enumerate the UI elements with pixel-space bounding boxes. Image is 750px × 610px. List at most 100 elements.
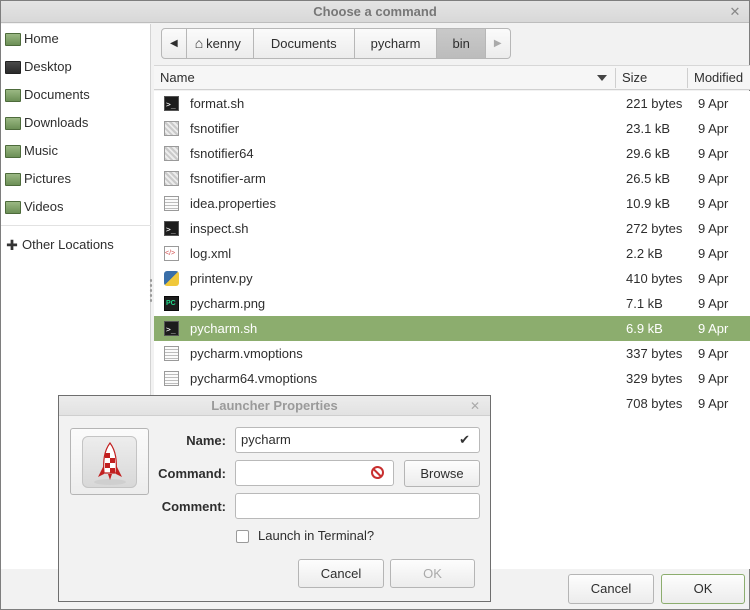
sidebar-item-label: Other Locations: [22, 237, 114, 252]
close-icon[interactable]: ✕: [727, 1, 743, 23]
file-row[interactable]: fsnotifier 23.1 kB 9 Apr: [154, 116, 750, 141]
binary-icon: [164, 146, 179, 161]
sidebar-item-label: Downloads: [24, 115, 89, 130]
path-forward-button[interactable]: ▶: [484, 28, 511, 59]
pane-resize-handle[interactable]: [149, 278, 153, 304]
sidebar-item-home[interactable]: Home: [5, 27, 149, 51]
folder-icon: [5, 144, 21, 158]
rocket-icon: [82, 436, 137, 488]
sidebar-item-other-locations[interactable]: ✚ Other Locations: [5, 233, 149, 257]
name-field[interactable]: pycharm ✔: [235, 427, 480, 453]
terminal-icon: [164, 92, 179, 117]
file-size: 2.2 kB: [626, 246, 663, 261]
file-modified: 9 Apr: [698, 246, 729, 261]
chevron-right-icon: ▶: [493, 38, 502, 49]
file-row[interactable]: idea.properties 10.9 kB 9 Apr: [154, 191, 750, 216]
file-name: fsnotifier64: [190, 146, 254, 161]
dialog-ok-button[interactable]: OK: [390, 559, 475, 588]
sidebar-item-documents[interactable]: Documents: [5, 83, 149, 107]
path-back-button[interactable]: ◀: [161, 28, 187, 59]
file-name: inspect.sh: [190, 221, 249, 236]
sidebar-item-label: Desktop: [24, 59, 72, 74]
file-row[interactable]: fsnotifier-arm 26.5 kB 9 Apr: [154, 166, 750, 191]
file-row[interactable]: inspect.sh 272 bytes 9 Apr: [154, 216, 750, 242]
column-divider: [687, 68, 688, 88]
path-crumb-label: Documents: [270, 36, 337, 51]
file-modified: 9 Apr: [698, 121, 729, 136]
file-name: log.xml: [190, 246, 232, 261]
checkmark-icon: ✔: [459, 432, 470, 447]
file-list-header: Name Size Modified: [154, 65, 750, 90]
column-header-modified[interactable]: Modified: [694, 66, 750, 90]
file-size: 7.1 kB: [626, 296, 663, 311]
folder-icon: [5, 172, 21, 186]
path-bar: ◀ ⌂ kenny Documents pycharm bin ▶: [161, 28, 511, 59]
launch-in-terminal-label[interactable]: Launch in Terminal?: [258, 528, 374, 543]
command-field[interactable]: [235, 460, 394, 486]
dialog-title: Launcher Properties: [211, 398, 338, 413]
window-titlebar: Choose a command ✕: [1, 1, 749, 23]
file-size: 6.9 kB: [626, 321, 663, 336]
sidebar-item-label: Home: [24, 31, 59, 46]
pycharm-image-icon: [164, 291, 179, 316]
error-icon: [371, 466, 384, 479]
file-row[interactable]: format.sh 221 bytes 9 Apr: [154, 91, 750, 117]
file-row[interactable]: pycharm.png 7.1 kB 9 Apr: [154, 291, 750, 316]
sidebar-item-music[interactable]: Music: [5, 139, 149, 163]
cancel-button[interactable]: Cancel: [568, 574, 654, 604]
path-crumb-pycharm[interactable]: pycharm: [353, 28, 438, 59]
column-header-label: Name: [160, 70, 195, 85]
sidebar-item-desktop[interactable]: Desktop: [5, 55, 149, 79]
file-name: pycharm.png: [190, 296, 266, 311]
column-header-label: Modified: [694, 70, 744, 85]
comment-field[interactable]: [235, 493, 480, 519]
file-modified: 9 Apr: [698, 171, 729, 186]
file-name: fsnotifier-arm: [190, 171, 266, 186]
path-crumb-documents[interactable]: Documents: [252, 28, 355, 59]
file-row[interactable]: fsnotifier64 29.6 kB 9 Apr: [154, 141, 750, 166]
sidebar-item-label: Music: [24, 143, 58, 158]
path-crumb-bin[interactable]: bin: [436, 28, 486, 59]
file-name: pycharm.sh: [190, 321, 258, 336]
xml-file-icon: [164, 241, 179, 266]
text-file-icon: [164, 371, 179, 386]
text-file-icon: [164, 196, 179, 211]
file-row-selected[interactable]: pycharm.sh 6.9 kB 9 Apr: [154, 316, 750, 342]
sidebar-item-downloads[interactable]: Downloads: [5, 111, 149, 135]
column-divider: [615, 68, 616, 88]
home-folder-icon: [5, 32, 21, 46]
file-size: 23.1 kB: [626, 121, 671, 136]
file-size: 272 bytes: [626, 221, 683, 236]
file-modified: 9 Apr: [698, 396, 729, 411]
ok-button[interactable]: OK: [661, 574, 745, 604]
file-row[interactable]: pycharm.vmoptions 337 bytes 9 Apr: [154, 341, 750, 366]
sidebar-item-pictures[interactable]: Pictures: [5, 167, 149, 191]
file-row[interactable]: log.xml 2.2 kB 9 Apr: [154, 241, 750, 266]
file-name: idea.properties: [190, 196, 276, 211]
column-header-name[interactable]: Name: [160, 66, 610, 90]
file-modified: 9 Apr: [698, 146, 729, 161]
binary-icon: [164, 171, 179, 186]
file-name: fsnotifier: [190, 121, 240, 136]
column-header-size[interactable]: Size: [622, 66, 682, 90]
dialog-titlebar: Launcher Properties ✕: [59, 396, 490, 416]
command-label: Command:: [158, 466, 226, 481]
home-icon: ⌂: [194, 35, 204, 51]
dialog-cancel-button[interactable]: Cancel: [298, 559, 384, 588]
browse-button[interactable]: Browse: [404, 460, 480, 487]
path-crumb-kenny[interactable]: ⌂ kenny: [185, 28, 254, 59]
file-row[interactable]: pycharm64.vmoptions 329 bytes 9 Apr: [154, 366, 750, 391]
comment-label: Comment:: [161, 499, 226, 514]
launch-in-terminal-checkbox[interactable]: [236, 530, 249, 543]
folder-icon: [5, 88, 21, 102]
name-label: Name:: [186, 433, 226, 448]
desktop-icon: [5, 60, 21, 74]
folder-icon: [5, 116, 21, 130]
file-row[interactable]: printenv.py 410 bytes 9 Apr: [154, 266, 750, 291]
python-icon: [164, 271, 179, 286]
sidebar-item-videos[interactable]: Videos: [5, 195, 149, 219]
path-crumb-label: bin: [452, 36, 470, 51]
terminal-icon: [164, 217, 179, 242]
column-header-label: Size: [622, 70, 648, 85]
close-icon[interactable]: ✕: [470, 396, 480, 416]
